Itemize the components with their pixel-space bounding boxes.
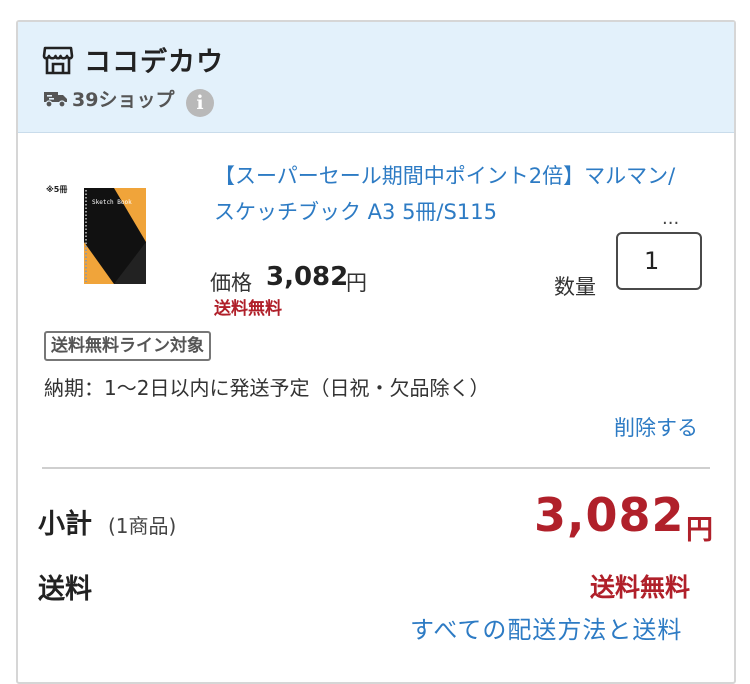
title-ellipsis: ... <box>662 208 680 229</box>
shipping-label: 送料 <box>38 574 92 605</box>
quantity-input[interactable] <box>616 232 702 290</box>
subtotal-label: 小計 <box>38 509 92 540</box>
shipping-policy-label: 39ショップ <box>72 89 175 111</box>
shop-header: ココデカウ 39ショップ i <box>18 22 734 133</box>
divider <box>42 467 710 469</box>
thumb-label: ※5冊 <box>46 184 67 194</box>
subtotal-item-count: (1商品) <box>108 514 177 538</box>
price-value: 3,082 <box>266 262 349 292</box>
shop-name[interactable]: ココデカウ <box>84 40 224 79</box>
info-icon[interactable]: i <box>186 89 214 117</box>
delete-item-link[interactable]: 削除する <box>614 412 698 442</box>
delivery-estimate: 納期：1〜2日以内に発送予定（日祝・欠品除く） <box>44 376 490 400</box>
thumb-cover-text: Sketch Book <box>92 199 132 206</box>
free-shipping-label: 送料無料 <box>214 299 282 319</box>
truck-icon <box>44 92 67 108</box>
storefront-icon <box>42 46 74 75</box>
product-thumbnail[interactable]: ※5冊 Sketch Book <box>42 180 162 292</box>
shipping-value: 送料無料 <box>590 573 691 602</box>
quantity-label: 数量 <box>554 275 596 299</box>
subtotal-unit: 円 <box>686 515 713 546</box>
product-title-link[interactable]: 【スーパーセール期間中ポイント2倍】マルマン/スケッチブック A3 5冊/S11… <box>214 158 684 230</box>
subtotal-value: 3,082 <box>534 488 685 542</box>
price-label: 価格 <box>210 271 252 295</box>
cart-shop-card: ココデカウ 39ショップ i ※5冊 Sketch Book 【スーパーセール期… <box>16 20 736 684</box>
shipping-methods-link[interactable]: すべての配送方法と送料 <box>410 610 682 645</box>
price-unit: 円 <box>346 271 367 295</box>
free-shipping-line-badge: 送料無料ライン対象 <box>44 331 211 361</box>
